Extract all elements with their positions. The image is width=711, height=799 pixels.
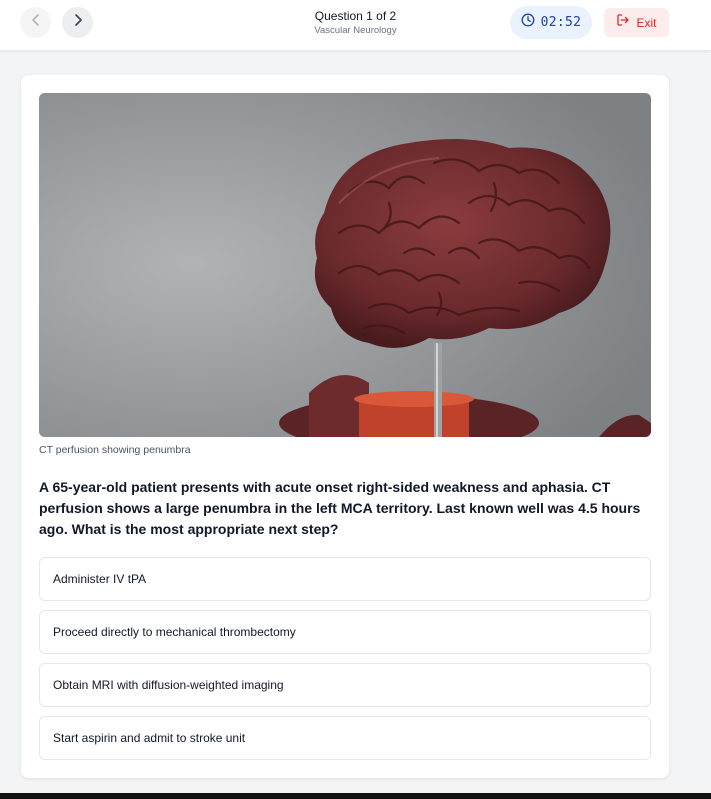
clock-icon bbox=[521, 13, 535, 32]
top-bar: Question 1 of 2 Vascular Neurology 02:52… bbox=[0, 0, 711, 51]
image-caption: CT perfusion showing penumbra bbox=[39, 444, 191, 456]
bottom-edge bbox=[0, 793, 711, 799]
timer-value: 02:52 bbox=[540, 15, 582, 30]
answer-option[interactable]: Administer IV tPA bbox=[39, 557, 651, 601]
question-stem: A 65-year-old patient presents with acut… bbox=[39, 479, 641, 537]
answer-option-label: Proceed directly to mechanical thrombect… bbox=[53, 625, 296, 639]
answer-option-label: Administer IV tPA bbox=[53, 572, 147, 586]
answer-option-label: Obtain MRI with diffusion-weighted imagi… bbox=[53, 678, 284, 692]
exit-label: Exit bbox=[636, 15, 657, 30]
question-image bbox=[39, 93, 651, 437]
answer-option[interactable]: Start aspirin and admit to stroke unit bbox=[39, 716, 651, 760]
answer-option[interactable]: Proceed directly to mechanical thrombect… bbox=[39, 610, 651, 654]
countdown-timer: 02:52 bbox=[510, 6, 592, 39]
question-card: CT perfusion showing penumbra A 65-year-… bbox=[21, 75, 669, 778]
sign-out-icon bbox=[616, 13, 630, 32]
exit-button[interactable]: Exit bbox=[604, 8, 669, 37]
answer-option-label: Start aspirin and admit to stroke unit bbox=[53, 731, 246, 745]
answer-option[interactable]: Obtain MRI with diffusion-weighted imagi… bbox=[39, 663, 651, 707]
